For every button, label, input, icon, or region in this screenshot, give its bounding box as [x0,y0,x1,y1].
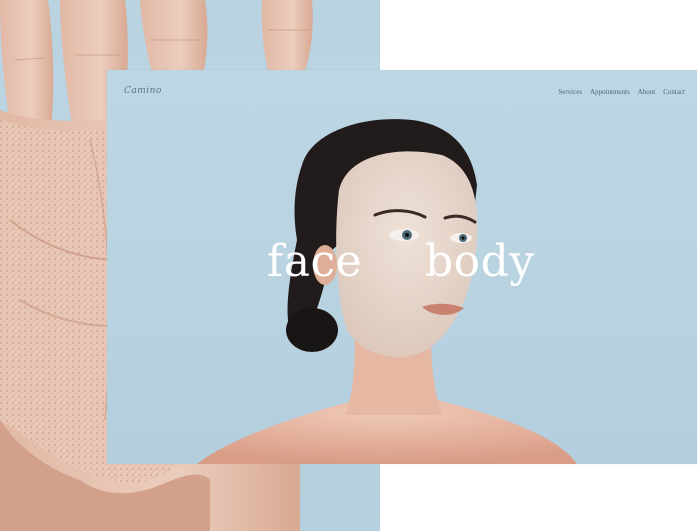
site-logo[interactable]: Camino [124,86,162,96]
site-nav: Services Appointments About Contact [558,88,685,96]
hero-link-body[interactable]: body [425,240,535,284]
showcase-stage: Camino Services Appointments About Conta… [0,0,699,531]
nav-link-about[interactable]: About [638,88,656,96]
portrait-clay-mask-image [197,119,577,464]
nav-link-services[interactable]: Services [558,88,582,96]
nav-link-contact[interactable]: Contact [663,88,685,96]
hero-link-face[interactable]: face [267,240,362,284]
website-preview-card: Camino Services Appointments About Conta… [107,70,697,464]
nav-link-appointments[interactable]: Appointments [590,88,630,96]
